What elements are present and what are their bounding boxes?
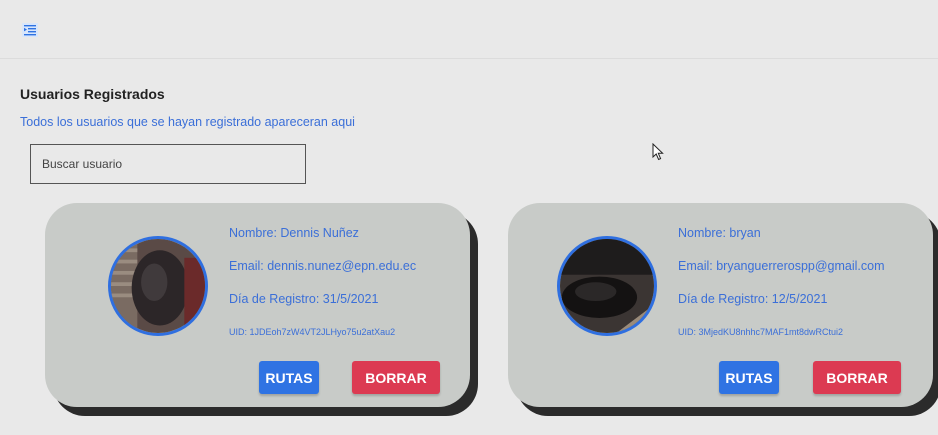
user-register-date: Día de Registro: 31/5/2021 [229, 292, 379, 306]
top-navbar [0, 0, 938, 59]
user-uid: UID: 1JDEoh7zW4VT2JLHyo75u2atXau2 [229, 327, 396, 337]
user-register-date: Día de Registro: 12/5/2021 [678, 292, 828, 306]
routes-button[interactable]: RUTAS [259, 361, 319, 394]
menu-toggle-icon[interactable] [22, 22, 38, 38]
user-card: Nombre: Dennis Nuñez Email: dennis.nunez… [45, 203, 470, 407]
page-subtitle: Todos los usuarios que se hayan registra… [20, 115, 355, 129]
user-card: Nombre: bryan Email: bryanguerrerospp@gm… [508, 203, 933, 407]
user-name: Nombre: bryan [678, 226, 761, 240]
user-uid: UID: 3MjedKU8nhhc7MAF1mt8dwRCtui2 [678, 327, 844, 337]
delete-button[interactable]: BORRAR [352, 361, 440, 394]
user-info: Nombre: Dennis Nuñez Email: dennis.nunez… [229, 225, 416, 357]
delete-button[interactable]: BORRAR [813, 361, 901, 394]
page: Usuarios Registrados Todos los usuarios … [0, 0, 938, 435]
user-email: Email: bryanguerrerospp@gmail.com [678, 259, 885, 273]
user-name: Nombre: Dennis Nuñez [229, 226, 359, 240]
user-info: Nombre: bryan Email: bryanguerrerospp@gm… [678, 225, 885, 357]
routes-button[interactable]: RUTAS [719, 361, 779, 394]
page-title: Usuarios Registrados [20, 86, 165, 102]
user-avatar [557, 236, 657, 336]
mouse-cursor-icon [652, 143, 664, 161]
user-email: Email: dennis.nunez@epn.edu.ec [229, 259, 417, 273]
search-user-input[interactable] [30, 144, 306, 184]
user-avatar [108, 236, 208, 336]
